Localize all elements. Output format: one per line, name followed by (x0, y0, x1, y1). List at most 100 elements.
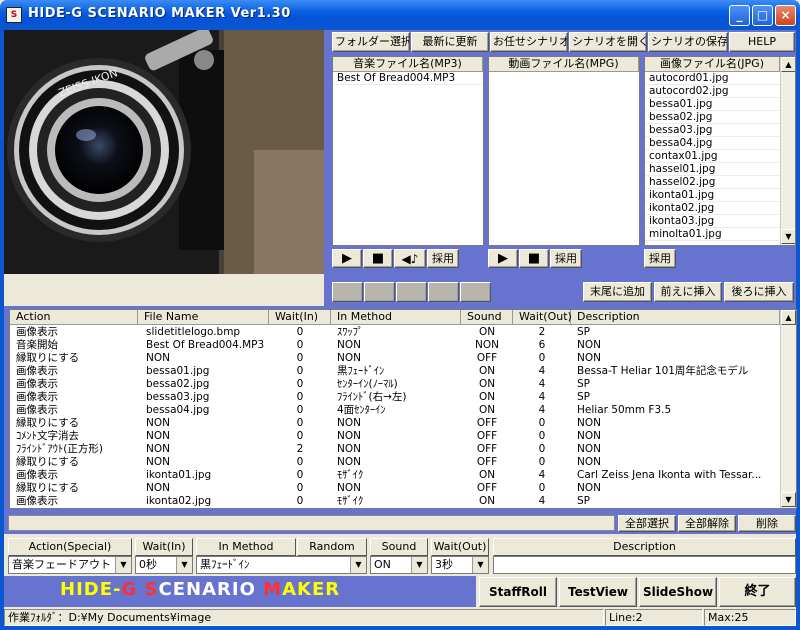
list-item[interactable]: autocord02.jpg (645, 85, 780, 98)
list-item[interactable]: Best Of Bread004.MP3 (333, 72, 483, 85)
column-header-sound[interactable]: Sound (461, 310, 513, 325)
list-item[interactable]: bessa04.jpg (645, 137, 780, 150)
column-header-in-method[interactable]: In Method (331, 310, 461, 325)
table-cell: NON (146, 352, 170, 364)
in-method-select-value: 黒ﾌｪｰﾄﾞｲﾝ (200, 558, 250, 571)
video-stop-button[interactable]: ■ (519, 249, 549, 268)
in-method-select[interactable]: 黒ﾌｪｰﾄﾞｲﾝ ▼ (196, 556, 367, 574)
folder-select-button[interactable]: フォルダー選択 (332, 32, 410, 52)
table-row[interactable]: 縁取りにする NON 0 NON OFF 0 NON (10, 482, 780, 495)
table-cell: 0 (538, 482, 546, 494)
table-row[interactable]: 画像表示 bessa02.jpg 0 ｾﾝﾀｰｲﾝ(ﾉｰﾏﾙ) ON 4 SP (10, 378, 780, 391)
scroll-down-icon[interactable]: ▼ (781, 229, 795, 244)
list-item[interactable]: bessa01.jpg (645, 98, 780, 111)
scroll-up-icon[interactable]: ▲ (781, 310, 796, 325)
list-item[interactable]: ikonta01.jpg (645, 189, 780, 202)
audio-volume-button[interactable]: ◀♪ (394, 249, 426, 268)
video-file-list[interactable]: 動画ファイル名(MPG) (488, 56, 640, 246)
list-item[interactable]: bessa02.jpg (645, 111, 780, 124)
insert-before-button[interactable]: 前えに挿入 (654, 282, 722, 302)
list-item[interactable]: contax01.jpg (645, 150, 780, 163)
sound-select[interactable]: ON ▼ (370, 556, 428, 574)
maximize-button[interactable]: □ (752, 5, 773, 26)
audio-stop-button[interactable]: ■ (363, 249, 393, 268)
table-row[interactable]: 画像表示 bessa01.jpg 0 黒ﾌｪｰﾄﾞｲﾝ ON 4 Bessa-T Helia… (10, 365, 780, 378)
staffroll-button[interactable]: StaffRoll (479, 577, 557, 607)
help-button[interactable]: HELP (729, 32, 795, 52)
select-all-button[interactable]: 全部選択 (618, 515, 676, 532)
thumbnail-slot[interactable] (428, 282, 459, 302)
table-cell: 画像表示 (16, 391, 58, 403)
wait-in-select[interactable]: 0秒 ▼ (135, 556, 193, 574)
table-row[interactable]: 縁取りにする NON 0 NON OFF 0 NON (10, 417, 780, 430)
chevron-down-icon[interactable]: ▼ (176, 557, 192, 573)
audio-play-button[interactable]: ▶ (332, 249, 362, 268)
list-item[interactable]: hassel01.jpg (645, 163, 780, 176)
app-icon[interactable]: S (6, 7, 22, 23)
refresh-button[interactable]: 最新に更新 (411, 32, 489, 52)
append-end-button[interactable]: 末尾に追加 (583, 282, 652, 302)
insert-after-button[interactable]: 後ろに挿入 (724, 282, 794, 302)
table-cell: NON (337, 417, 361, 429)
thumbnail-slot[interactable] (396, 282, 427, 302)
list-item[interactable]: autocord01.jpg (645, 72, 780, 85)
scroll-down-icon[interactable]: ▼ (781, 492, 796, 507)
list-item[interactable]: ikonta02.jpg (645, 202, 780, 215)
audio-adopt-button[interactable]: 採用 (427, 249, 459, 268)
column-header-action[interactable]: Action (10, 310, 138, 325)
save-scenario-button[interactable]: シナリオの保存 (648, 32, 728, 52)
list-item[interactable]: ikonta03.jpg (645, 215, 780, 228)
column-header-description[interactable]: Description (571, 310, 780, 325)
table-row[interactable]: 画像表示 ikonta01.jpg 0 ﾓｻﾞｲｸ ON 4 Carl Zeiss Jena… (10, 469, 780, 482)
chevron-down-icon[interactable]: ▼ (350, 557, 366, 573)
scroll-up-icon[interactable]: ▲ (781, 57, 795, 72)
wait-out-select[interactable]: 3秒 ▼ (431, 556, 489, 574)
table-row[interactable]: 画像表示 bessa04.jpg 0 4面ｾﾝﾀｰｲﾝ ON 4 Heliar 50mm F… (10, 404, 780, 417)
action-select[interactable]: 音楽フェードアウト ▼ (8, 556, 132, 574)
image-list-scrollbar[interactable]: ▲ ▼ (780, 57, 795, 245)
chevron-down-icon[interactable]: ▼ (115, 557, 131, 573)
video-adopt-button[interactable]: 採用 (550, 249, 582, 268)
image-file-list[interactable]: 画像ファイル名(JPG) autocord01.jpg autocord02.jp… (644, 56, 796, 246)
delete-button[interactable]: 削除 (738, 515, 796, 532)
column-header-wait-out[interactable]: Wait(Out) (513, 310, 572, 325)
audio-file-list[interactable]: 音楽ファイル名(MP3) Best Of Bread004.MP3 (332, 56, 484, 246)
exit-button[interactable]: 終了 (719, 577, 796, 607)
table-row[interactable]: 縁取りにする NON 0 NON OFF 0 NON (10, 352, 780, 365)
chevron-down-icon[interactable]: ▼ (411, 557, 427, 573)
table-row[interactable]: 画像表示 slidetitlelogo.bmp 0 ｽﾜｯﾌﾟ ON 2 SP (10, 326, 780, 339)
table-row[interactable]: 縁取りにする NON 0 NON OFF 0 NON (10, 456, 780, 469)
editor-header-sound: Sound (370, 538, 428, 556)
list-item[interactable]: hassel02.jpg (645, 176, 780, 189)
table-cell: NON (577, 443, 601, 455)
image-adopt-button[interactable]: 採用 (644, 249, 676, 268)
editor-header-random[interactable]: Random (297, 538, 367, 556)
description-input[interactable] (493, 556, 796, 574)
column-header-file-name[interactable]: File Name (138, 310, 269, 325)
close-button[interactable]: × (775, 5, 796, 26)
deselect-all-button[interactable]: 全部解除 (678, 515, 736, 532)
chevron-down-icon[interactable]: ▼ (472, 557, 488, 573)
table-row[interactable]: 音楽開始 Best Of Bread004.MP3 0 NON NON 6 NON (10, 339, 780, 352)
open-scenario-button[interactable]: シナリオを開く (569, 32, 647, 52)
minimize-button[interactable]: _ (729, 5, 750, 26)
thumbnail-slot[interactable] (460, 282, 491, 302)
table-row[interactable]: 画像表示 ikonta02.jpg 0 ﾓｻﾞｲｸ ON 4 SP (10, 495, 780, 508)
slideshow-button[interactable]: SlideShow (639, 577, 717, 607)
video-play-button[interactable]: ▶ (488, 249, 518, 268)
column-header-wait-in[interactable]: Wait(In) (269, 310, 331, 325)
thumbnail-slot[interactable] (364, 282, 395, 302)
testview-button[interactable]: TestView (559, 577, 637, 607)
table-row[interactable]: ｺﾒﾝﾄ文字消去 NON 0 NON OFF 0 NON (10, 430, 780, 443)
table-row[interactable]: ﾌﾗｲﾝﾄﾞｱｳﾄ(正方形) NON 2 NON OFF 0 NON (10, 443, 780, 456)
list-item[interactable]: bessa03.jpg (645, 124, 780, 137)
scenario-table[interactable]: Action File Name Wait(In) In Method Soun… (9, 309, 797, 509)
table-cell: NON (577, 430, 601, 442)
table-row[interactable]: 画像表示 bessa03.jpg 0 ﾌﾗｲﾝﾄﾞ(右→左) ON 4 SP (10, 391, 780, 404)
list-item[interactable]: minolta01.jpg (645, 228, 780, 241)
table-scrollbar[interactable]: ▲ ▼ (780, 310, 796, 508)
table-cell: Carl Zeiss Jena Ikonta with Tessar... (577, 469, 762, 481)
auto-scenario-button[interactable]: お任せシナリオ (490, 32, 568, 52)
thumbnail-slot[interactable] (332, 282, 363, 302)
table-cell: 4 (538, 391, 546, 403)
